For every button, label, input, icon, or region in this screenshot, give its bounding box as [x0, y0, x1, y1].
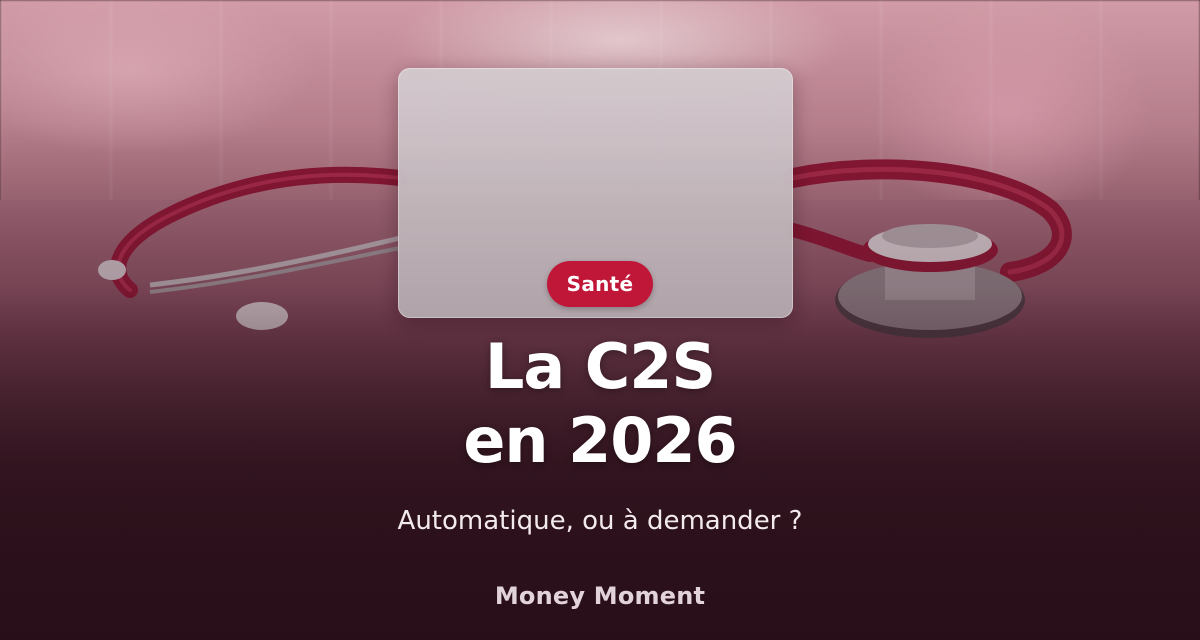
category-badge: Santé — [547, 261, 653, 307]
hero-banner: Santé La C2S en 2026 Automatique, ou à d… — [0, 0, 1200, 640]
title-line-1: La C2S — [484, 330, 716, 403]
page-title: La C2S en 2026 — [300, 330, 900, 478]
brand-name: Money Moment — [494, 582, 706, 610]
title-line-2: en 2026 — [463, 404, 737, 477]
subtitle: Automatique, ou à demander ? — [397, 506, 803, 536]
